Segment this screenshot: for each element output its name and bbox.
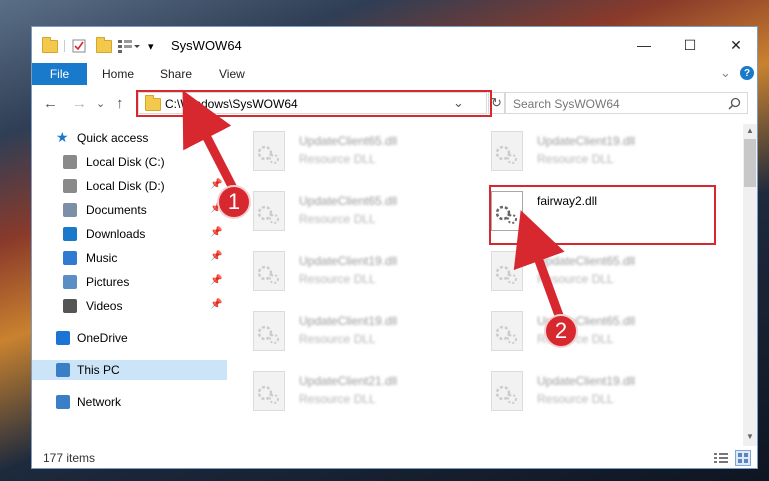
arrow-1 [182,89,240,195]
step-1-badge: 1 [217,185,251,219]
step-2-badge: 2 [544,314,578,348]
annotation-arrows [182,89,566,323]
arrow-2 [513,210,566,323]
